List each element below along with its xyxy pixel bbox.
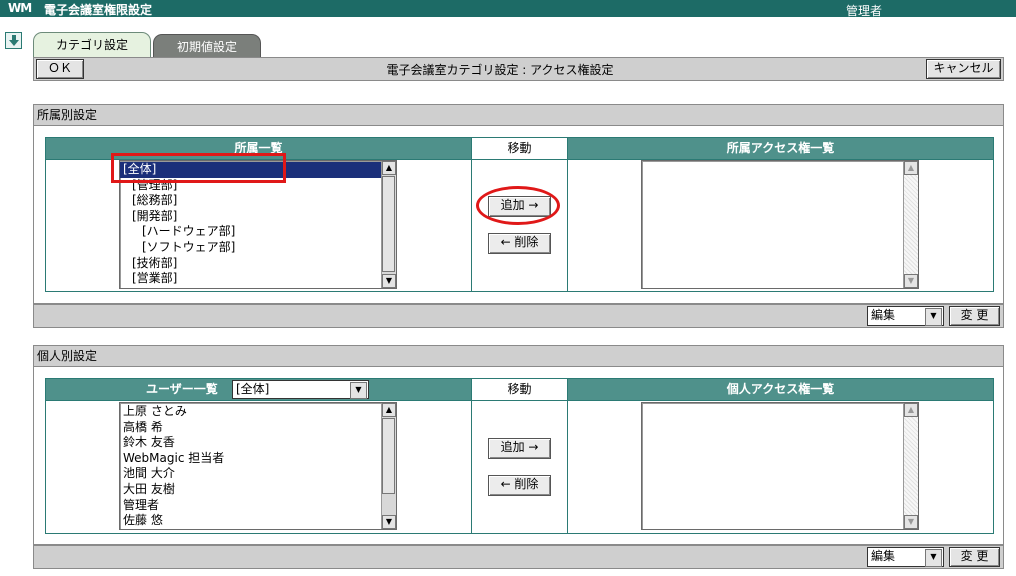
list-item[interactable]: [技術部] xyxy=(120,256,381,272)
highlight-annotation xyxy=(476,186,560,225)
remove-department-button[interactable]: ← 削除 xyxy=(488,233,551,254)
cancel-button[interactable]: キャンセル xyxy=(926,59,1001,79)
tab-category-settings[interactable]: カテゴリ設定 xyxy=(33,32,151,57)
scroll-down-icon[interactable]: ▼ xyxy=(382,515,396,529)
user-filter-select[interactable]: [全体] ▼ xyxy=(232,380,369,399)
list-item[interactable]: 鈴木 友香 xyxy=(120,435,381,451)
scroll-thumb[interactable] xyxy=(382,418,395,494)
select-value: 編集 xyxy=(871,549,896,563)
list-item[interactable]: [ハードウェア部] xyxy=(120,224,381,240)
list-item[interactable]: [総務部] xyxy=(120,193,381,209)
scroll-down-icon: ▼ xyxy=(904,515,918,529)
department-access-header: 所属アクセス権一覧 xyxy=(568,138,993,159)
scrollbar: ▲ ▼ xyxy=(903,403,918,529)
move-header: 移動 xyxy=(471,138,568,159)
scroll-up-icon: ▲ xyxy=(904,161,918,175)
download-icon[interactable] xyxy=(5,32,22,49)
user-name: 管理者 xyxy=(846,4,883,18)
scrollbar: ▲ ▼ xyxy=(903,161,918,288)
list-item[interactable]: 高橋 希 xyxy=(120,420,381,436)
chevron-down-icon: ▼ xyxy=(925,308,942,326)
personal-access-header: 個人アクセス権一覧 xyxy=(568,379,993,400)
scrollbar[interactable]: ▲ ▼ xyxy=(381,161,396,288)
department-section-footer xyxy=(33,304,1004,328)
scroll-down-icon: ▼ xyxy=(904,274,918,288)
list-item[interactable]: [ソフトウェア部] xyxy=(120,240,381,256)
list-item[interactable]: 上原 さとみ xyxy=(120,404,381,420)
list-item[interactable]: WebMagic 担当者 xyxy=(120,451,381,467)
list-item[interactable]: 大田 友樹 xyxy=(120,482,381,498)
personal-change-button[interactable]: 変 更 xyxy=(949,547,1000,567)
department-access-listbox[interactable]: ▲ ▼ xyxy=(641,160,919,289)
department-change-button[interactable]: 変 更 xyxy=(949,306,1000,326)
scroll-up-icon: ▲ xyxy=(904,403,918,417)
department-mode-select[interactable]: 編集 ▼ xyxy=(867,306,944,326)
scroll-up-icon[interactable]: ▲ xyxy=(382,403,396,417)
column-divider xyxy=(471,159,472,291)
department-section-header: 所属別設定 xyxy=(33,104,1004,126)
personal-access-listbox[interactable]: ▲ ▼ xyxy=(641,402,919,530)
tab-default-settings[interactable]: 初期値設定 xyxy=(153,34,261,57)
scroll-thumb[interactable] xyxy=(382,176,395,272)
personal-section-header: 個人別設定 xyxy=(33,345,1004,367)
column-divider xyxy=(567,159,568,291)
column-divider xyxy=(471,400,472,533)
chevron-down-icon: ▼ xyxy=(350,382,367,399)
select-value: [全体] xyxy=(236,382,270,396)
list-item[interactable]: [開発部] xyxy=(120,209,381,225)
app-title: 電子会議室権限設定 xyxy=(44,3,153,17)
ok-button[interactable]: ＯＫ xyxy=(36,59,84,79)
user-list-label: ユーザー一覧 xyxy=(146,382,218,396)
add-user-button[interactable]: 追加 → xyxy=(488,438,551,459)
scrollbar[interactable]: ▲ ▼ xyxy=(381,403,396,529)
list-item[interactable]: [営業部] xyxy=(120,271,381,287)
personal-section-footer xyxy=(33,545,1004,569)
move-header: 移動 xyxy=(471,379,568,400)
app-logo: WM xyxy=(8,1,32,15)
scroll-down-icon[interactable]: ▼ xyxy=(382,274,396,288)
list-item[interactable]: 佐藤 悠 xyxy=(120,513,381,529)
page-title: 電子会議室カテゴリ設定 : アクセス権設定 xyxy=(386,63,614,77)
personal-mode-select[interactable]: 編集 ▼ xyxy=(867,547,944,567)
list-item[interactable]: 池間 大介 xyxy=(120,466,381,482)
remove-user-button[interactable]: ← 削除 xyxy=(488,475,551,496)
header-divider xyxy=(46,400,993,401)
user-listbox[interactable]: 上原 さとみ 高橋 希 鈴木 友香 WebMagic 担当者 池間 大介 大田 … xyxy=(119,402,397,530)
select-value: 編集 xyxy=(871,308,896,322)
highlight-annotation xyxy=(111,153,286,183)
column-divider xyxy=(567,400,568,533)
list-item[interactable]: 管理者 xyxy=(120,498,381,514)
scroll-up-icon[interactable]: ▲ xyxy=(382,161,396,175)
chevron-down-icon: ▼ xyxy=(925,549,942,567)
